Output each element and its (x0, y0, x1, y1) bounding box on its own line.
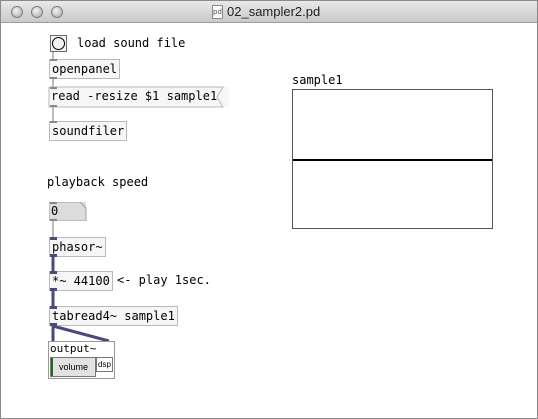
read-message-text: read -resize $1 sample1 (51, 89, 218, 103)
multiply-object[interactable]: *~ 44100 (49, 271, 113, 291)
window-title: 02_sampler2.pd (227, 4, 321, 19)
openpanel-object[interactable]: openpanel (49, 59, 121, 79)
patch-canvas[interactable]: load sound file openpanel read -resize $… (1, 24, 537, 418)
volume-label: volume (59, 362, 89, 372)
close-window-button[interactable] (11, 6, 23, 18)
openpanel-inlet[interactable] (50, 59, 57, 61)
playback-speed-value: 0 (51, 204, 59, 218)
play-one-second-comment: <- play 1sec. (117, 273, 211, 287)
load-sound-bang[interactable] (50, 35, 67, 52)
soundfiler-object[interactable]: soundfiler (49, 121, 128, 141)
array-name: sample1 (292, 73, 343, 87)
phasor-inlet[interactable] (50, 237, 57, 240)
title-bar[interactable]: pd 02_sampler2.pd (1, 1, 537, 23)
array-waveform-line (293, 159, 492, 161)
soundfiler-inlet[interactable] (50, 121, 57, 123)
phasor-outlet[interactable] (50, 254, 57, 257)
number-inlet[interactable] (50, 202, 57, 204)
playback-speed-label: playback speed (47, 175, 149, 189)
read-message-inlet[interactable] (50, 87, 57, 89)
dsp-label: dsp (98, 360, 111, 369)
number-outlet[interactable] (50, 219, 57, 221)
multiply-outlet[interactable] (50, 288, 57, 291)
sample-array-graph[interactable] (292, 89, 493, 229)
read-message-outlet[interactable] (50, 105, 57, 107)
volume-slider[interactable]: volume (50, 357, 96, 377)
cord-tabread-output-right (52, 324, 110, 343)
volume-slider-fill (51, 358, 53, 376)
zoom-window-button[interactable] (51, 6, 63, 18)
tabread4-inlet[interactable] (50, 306, 57, 309)
document-icon: pd (212, 5, 223, 19)
tabread4-outlet[interactable] (50, 323, 57, 326)
load-sound-label: load sound file (77, 36, 186, 50)
output-abstraction[interactable]: output~ volume dsp (48, 341, 115, 379)
output-label: output~ (50, 342, 97, 355)
playback-speed-number[interactable]: 0 (49, 202, 87, 221)
dsp-toggle[interactable]: dsp (96, 357, 113, 372)
multiply-inlet[interactable] (50, 271, 57, 274)
openpanel-outlet[interactable] (50, 77, 57, 79)
patch-window: pd 02_sampler2.pd load sound file openpa… (0, 0, 538, 419)
phasor-object[interactable]: phasor~ (49, 237, 106, 257)
tabread4-object[interactable]: tabread4~ sample1 (49, 306, 178, 326)
minimize-window-button[interactable] (31, 6, 43, 18)
read-message[interactable]: read -resize $1 sample1 (48, 86, 230, 108)
